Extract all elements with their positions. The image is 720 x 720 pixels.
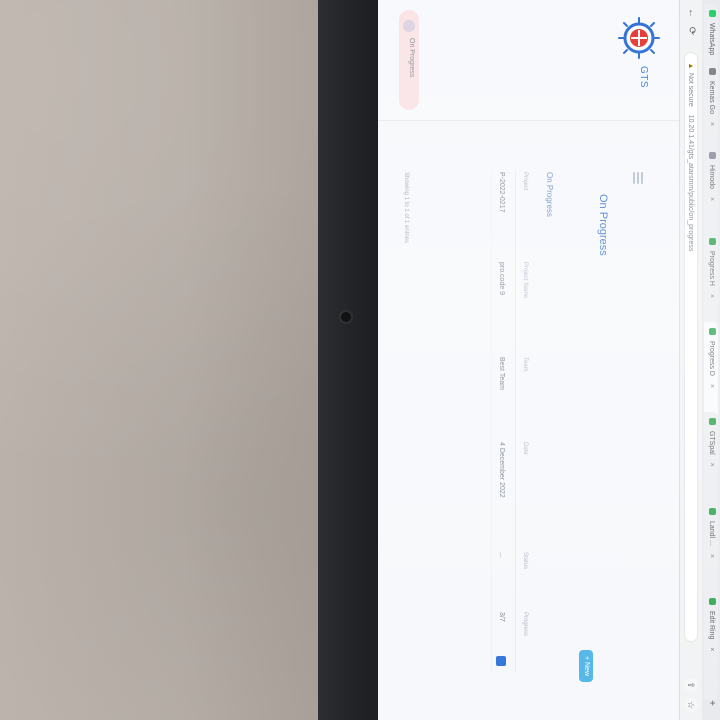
close-icon[interactable]: × [704, 122, 718, 126]
table-header-cell: Status [522, 552, 528, 570]
browser-tab[interactable]: GTSpal × [704, 412, 718, 510]
table-cell: P-2022-0217 [498, 172, 505, 213]
sheets-icon [709, 418, 716, 425]
browser-tab[interactable]: WhatsApp × [704, 4, 718, 70]
url-text: 10.20.1.41/gts_atarsmm/public/on_progres… [687, 114, 694, 252]
tab-label: WhatsApp [708, 22, 715, 56]
reload-icon[interactable]: ⟳ [684, 24, 698, 38]
wall-background [0, 0, 330, 720]
table-header: Project Project Name Team Date Status Pr… [515, 172, 534, 672]
whatsapp-icon [709, 10, 716, 17]
back-icon[interactable]: ← [684, 6, 698, 20]
sidebar-item-label: On Progress [408, 38, 415, 78]
monitor-screen: WhatsApp × Kemas Go × Himodo × Progress … [378, 0, 720, 720]
table-row[interactable]: P-2022-0217 pro.code 9 Best Team 4 Decem… [491, 172, 510, 672]
main-content: On Progress On Progress + New Project Pr… [378, 132, 679, 712]
table-header-cell: Project Name [522, 262, 528, 299]
table-header-cell: Progress [522, 612, 528, 637]
sheets-icon [709, 508, 716, 515]
sheets-icon [709, 238, 716, 245]
table-cell: pro.code 9 [498, 262, 505, 296]
browser-tab[interactable]: Edit Ring × [704, 592, 718, 700]
address-bar[interactable]: ▲ Not secure 10.20.1.41/gts_atarsmm/publ… [684, 52, 698, 642]
close-icon[interactable]: × [704, 294, 718, 298]
company-logo-icon [618, 17, 660, 59]
close-icon[interactable]: × [704, 647, 718, 651]
tab-label: Edit Ring [708, 610, 715, 640]
warning-icon: ▲ [687, 62, 694, 70]
table-cell: Best Team [498, 357, 505, 390]
primary-action-button[interactable]: + New [579, 650, 593, 682]
table-cell: ... [498, 552, 505, 558]
monitor-bezel [318, 0, 382, 720]
table-footer: Showing 1 to 1 of 1 entries [403, 172, 409, 244]
tab-label: Himodo [708, 164, 715, 190]
star-icon[interactable]: ☆ [684, 698, 698, 712]
tab-strip: WhatsApp × Kemas Go × Himodo × Progress … [701, 0, 720, 720]
tab-label: Kemas Go [708, 80, 715, 115]
site-icon [709, 152, 716, 159]
share-icon[interactable]: ⇪ [684, 678, 698, 692]
page-title: On Progress [597, 194, 609, 256]
section-title: On Progress [545, 172, 554, 217]
new-tab-icon[interactable]: + [704, 696, 718, 710]
browser-tab[interactable]: Himodo × [704, 146, 718, 240]
toolbar-icons: ⇪ ☆ [684, 678, 698, 712]
table-header-cell: Date [522, 442, 528, 455]
close-icon[interactable]: × [704, 384, 718, 388]
webcam-icon [341, 312, 351, 322]
browser-tab-active[interactable]: Progress D × [704, 322, 718, 420]
table-cell: 3/7 [498, 612, 505, 622]
sidebar: GTS On Progress [378, 0, 679, 121]
photo-scene: WhatsApp × Kemas Go × Himodo × Progress … [0, 0, 720, 720]
security-label: Not secure [687, 72, 694, 107]
table-header-cell: Project [522, 172, 528, 191]
sheets-icon [709, 598, 716, 605]
row-action-icon[interactable] [496, 656, 506, 666]
close-icon[interactable]: × [704, 463, 718, 467]
progress-icon [403, 20, 415, 32]
app-page: GTS On Progress On Progress On Progress … [378, 0, 679, 720]
omnibox-row: ← ⟳ ▲ Not secure 10.20.1.41/gts_atarsmm/… [679, 0, 702, 720]
browser-tab[interactable]: Progress H × [704, 232, 718, 330]
table-header-cell: Team [522, 357, 528, 372]
browser-tab[interactable]: Landl ... × [704, 502, 718, 600]
tab-label: Progress D [708, 340, 715, 376]
sheets-icon [709, 328, 716, 335]
sidebar-item-on-progress[interactable]: On Progress [399, 10, 419, 110]
browser-tab[interactable]: Kemas Go × [704, 62, 718, 154]
site-icon [709, 68, 716, 75]
brand-name: GTS [638, 66, 649, 89]
close-icon[interactable]: × [704, 554, 718, 558]
close-icon[interactable]: × [704, 197, 718, 201]
table-cell: 4 December 2022 [498, 442, 505, 498]
data-table: Project Project Name Team Date Status Pr… [414, 172, 534, 672]
browser-window: WhatsApp × Kemas Go × Himodo × Progress … [378, 0, 720, 720]
hamburger-menu-icon[interactable] [633, 172, 645, 184]
tab-label: Landl ... [708, 520, 715, 546]
tab-label: GTSpal [708, 430, 715, 455]
tab-label: Progress H [708, 250, 715, 286]
